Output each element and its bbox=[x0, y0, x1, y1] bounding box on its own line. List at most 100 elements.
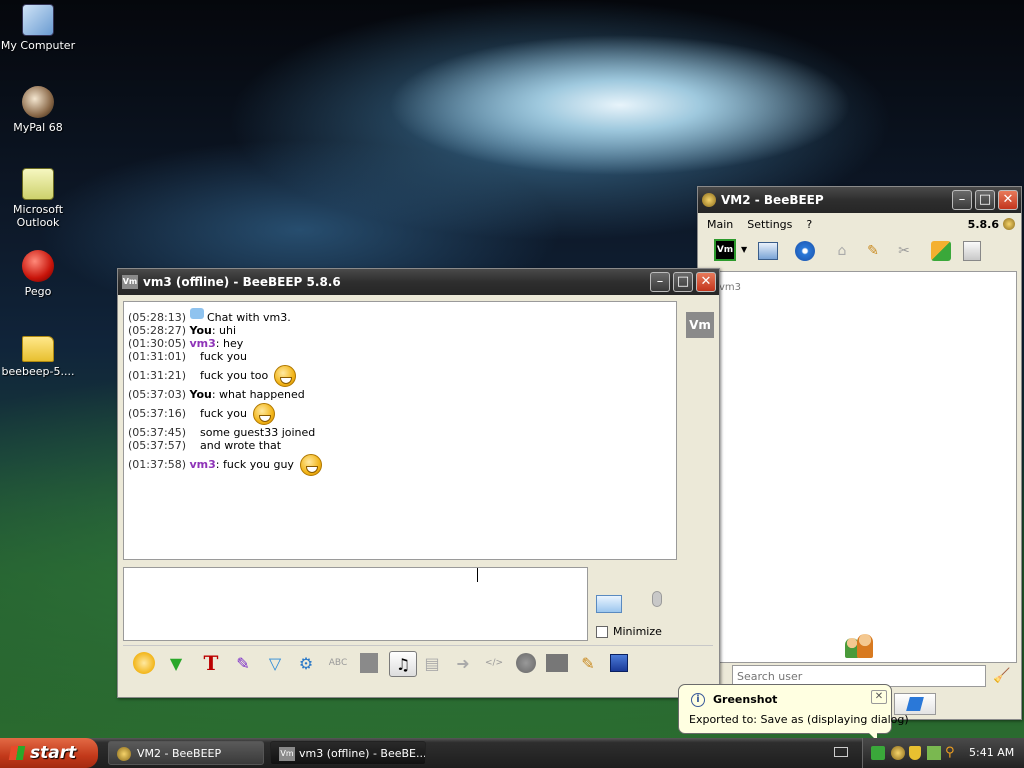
forward-icon[interactable]: ➜ bbox=[451, 651, 475, 675]
chat-message: (05:28:13) Chat with vm3. bbox=[128, 308, 291, 324]
edit-icon[interactable]: ✎ bbox=[576, 651, 600, 675]
desktop-icon-mypal[interactable]: MyPal 68 bbox=[0, 86, 76, 134]
pego-icon bbox=[22, 250, 54, 282]
balloon-close-button[interactable]: ✕ bbox=[871, 690, 887, 704]
chat-history: (05:28:13) Chat with vm3. (05:28:27) You… bbox=[123, 301, 677, 560]
main-window-title: VM2 - BeeBEEP bbox=[721, 193, 824, 207]
version-label: 5.8.6 bbox=[967, 217, 999, 231]
task-label: VM2 - BeeBEEP bbox=[137, 747, 222, 760]
menu-main[interactable]: Main bbox=[707, 218, 733, 231]
chat-bubble-icon bbox=[189, 308, 204, 319]
network-icon[interactable] bbox=[793, 239, 817, 263]
notification-balloon[interactable]: i Greenshot ✕ Exported to: Save as (disp… bbox=[678, 684, 909, 741]
desktop-icon-label: Microsoft Outlook bbox=[12, 203, 64, 229]
desktop-icon-my-computer[interactable]: My Computer bbox=[0, 4, 76, 52]
beebeep-tray-icon[interactable] bbox=[891, 746, 905, 760]
group-users-icon bbox=[845, 634, 875, 658]
close-button[interactable]: ✕ bbox=[998, 190, 1018, 210]
chat-app-icon: Vm bbox=[122, 275, 138, 289]
search-icon[interactable]: ⚲ bbox=[945, 745, 955, 760]
greenshot-tray-icon[interactable] bbox=[871, 746, 885, 760]
code-icon[interactable]: </> bbox=[482, 651, 506, 675]
main-menu-bar: Main Settings ? 5.8.6 bbox=[698, 214, 1021, 234]
computer-icon bbox=[22, 4, 54, 36]
status-button[interactable]: Vm bbox=[714, 239, 736, 261]
send-file-icon bbox=[906, 697, 924, 711]
mypal-icon bbox=[22, 86, 54, 118]
clock: 5:41 AM bbox=[969, 746, 1015, 759]
desktop-icon-label: My Computer bbox=[0, 39, 76, 52]
desktop-icon-beebeep-folder[interactable]: beebeep-5.... bbox=[0, 332, 76, 378]
start-button[interactable]: start bbox=[0, 738, 98, 768]
color-picker-icon[interactable]: ✎ bbox=[231, 651, 255, 675]
send-button[interactable] bbox=[596, 591, 628, 617]
message-input[interactable] bbox=[123, 567, 588, 641]
record-icon[interactable] bbox=[514, 651, 538, 675]
minimize-button[interactable]: – bbox=[650, 272, 670, 292]
chevron-down-icon[interactable]: ▼ bbox=[741, 245, 747, 254]
keyboard-icon[interactable] bbox=[834, 747, 848, 757]
minimize-checkbox-row: Minimize bbox=[596, 625, 662, 638]
maximize-button[interactable]: □ bbox=[673, 272, 693, 292]
shield-icon[interactable] bbox=[909, 746, 921, 760]
task-vm2-beebeep[interactable]: VM2 - BeeBEEP bbox=[108, 741, 264, 765]
broom-icon[interactable]: 🧹 bbox=[990, 664, 1014, 688]
bee-icon bbox=[1003, 218, 1015, 230]
network-tray-icon[interactable] bbox=[927, 746, 941, 760]
screenshot-icon[interactable] bbox=[545, 651, 569, 675]
tools-icon[interactable]: ✂ bbox=[892, 239, 916, 263]
minimize-label: Minimize bbox=[613, 625, 662, 638]
list-item[interactable]: vm3 bbox=[719, 282, 741, 293]
update-icon[interactable] bbox=[929, 239, 953, 263]
file-icon[interactable]: ▤ bbox=[420, 651, 444, 675]
taskbar: start VM2 - BeeBEEP Vm vm3 (offline) - B… bbox=[0, 738, 1024, 768]
task-vm3-chat[interactable]: Vm vm3 (offline) - BeeBE... bbox=[270, 741, 426, 765]
chat-message: (05:37:57) and wrote that bbox=[128, 439, 282, 452]
trash-icon[interactable] bbox=[960, 239, 984, 263]
user-list: vm3 bbox=[700, 271, 1017, 663]
voice-record-button[interactable] bbox=[646, 589, 668, 617]
info-icon: i bbox=[691, 693, 705, 707]
menu-settings[interactable]: Settings bbox=[747, 218, 792, 231]
emoticon-icon[interactable] bbox=[132, 651, 156, 675]
chat-window-titlebar[interactable]: Vm vm3 (offline) - BeeBEEP 5.8.6 bbox=[118, 269, 719, 295]
avatar: Vm bbox=[686, 312, 714, 338]
bottom-action-button[interactable] bbox=[894, 693, 936, 715]
note-icon[interactable]: ♫ bbox=[389, 651, 417, 677]
main-toolbar: Vm ▼ ⌂ ✎ ✂ bbox=[698, 237, 1021, 267]
desktop-icon-label: MyPal 68 bbox=[13, 121, 63, 134]
chat-message: (05:28:27) You: uhi bbox=[128, 324, 237, 337]
edit-profile-icon[interactable] bbox=[756, 239, 780, 263]
save-icon[interactable] bbox=[607, 651, 631, 675]
minimize-checkbox[interactable] bbox=[596, 625, 608, 638]
system-tray: ⚲ 5:41 AM bbox=[862, 738, 1024, 768]
bee-icon bbox=[702, 193, 716, 207]
main-window-titlebar[interactable]: VM2 - BeeBEEP bbox=[698, 187, 1021, 213]
settings-icon[interactable]: ⚙ bbox=[294, 651, 318, 675]
desktop-icon-label: Pego bbox=[24, 285, 52, 298]
green-arrow-icon[interactable]: ▼ bbox=[164, 651, 188, 675]
windows-logo-icon bbox=[8, 746, 26, 760]
dictionary-icon[interactable] bbox=[357, 651, 381, 675]
desktop-icon-label: beebeep-5.... bbox=[1, 365, 75, 378]
home-icon[interactable]: ⌂ bbox=[830, 239, 854, 263]
chat-message: (05:37:03) You: what happened bbox=[128, 388, 305, 401]
microphone-icon bbox=[652, 591, 662, 607]
close-button[interactable]: ✕ bbox=[696, 272, 716, 292]
minimize-button[interactable]: – bbox=[952, 190, 972, 210]
chat-toolbar: ▼ T ✎ ▽ ⚙ ABC ♫ ▤ ➜ </> ✎ bbox=[123, 645, 713, 679]
bee-icon bbox=[117, 747, 131, 761]
menu-help[interactable]: ? bbox=[806, 218, 812, 231]
desktop-icon-pego[interactable]: Pego bbox=[0, 250, 76, 298]
spellcheck-icon[interactable]: ABC bbox=[326, 651, 350, 675]
font-icon[interactable]: T bbox=[199, 651, 223, 675]
maximize-button[interactable]: □ bbox=[975, 190, 995, 210]
chat-message: (05:37:45) some guest33 joined bbox=[128, 426, 316, 439]
desktop-icon-outlook[interactable]: Microsoft Outlook bbox=[0, 168, 76, 229]
grin-emoji-icon bbox=[274, 365, 297, 387]
pencil-icon[interactable]: ✎ bbox=[861, 239, 885, 263]
main-window: VM2 - BeeBEEP – □ ✕ Main Settings ? 5.8.… bbox=[697, 186, 1022, 720]
filter-icon[interactable]: ▽ bbox=[263, 651, 287, 675]
balloon-text: Exported to: Save as (displaying dialog) bbox=[689, 713, 909, 726]
start-label: start bbox=[30, 743, 77, 763]
